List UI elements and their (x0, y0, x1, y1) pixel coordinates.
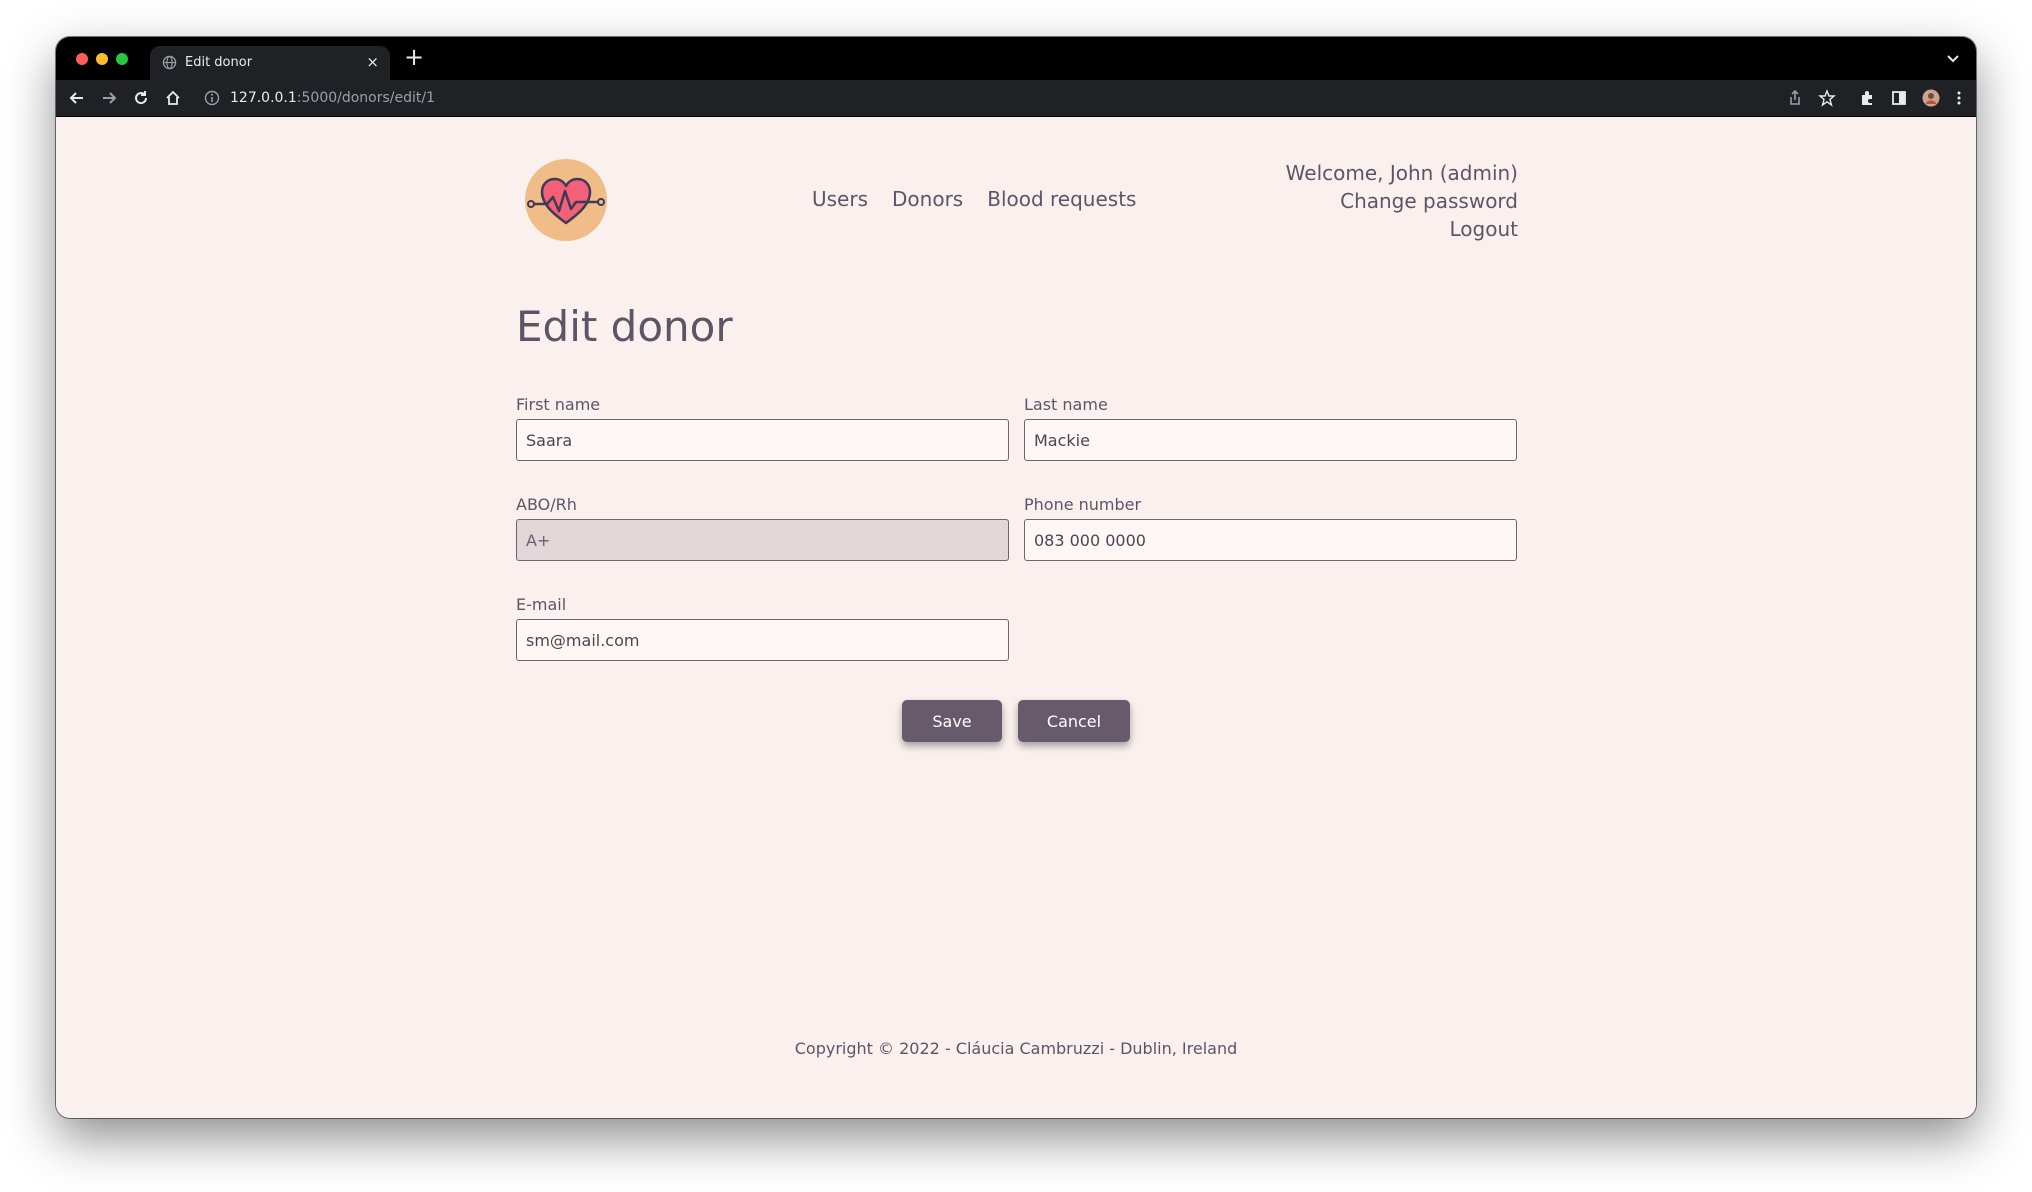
share-icon[interactable] (1786, 89, 1804, 107)
chevron-down-icon[interactable] (1944, 49, 1962, 67)
cancel-button[interactable]: Cancel (1018, 700, 1130, 742)
last-name-label: Last name (1024, 395, 1108, 414)
page-title: Edit donor (516, 302, 733, 351)
browser-window: Edit donor × + 127.0.0.1:5000/donors/edi… (56, 37, 1976, 1118)
browser-tab[interactable]: Edit donor × (150, 46, 390, 80)
first-name-field: First name (516, 395, 1009, 461)
welcome-link[interactable]: Welcome, John (admin) (1286, 159, 1518, 187)
close-window-button[interactable] (76, 53, 88, 65)
side-panel-icon[interactable] (1890, 89, 1908, 107)
heartbeat-logo-icon[interactable] (525, 159, 607, 241)
abo-rh-field: ABO/Rh (516, 495, 1009, 561)
maximize-window-button[interactable] (116, 53, 128, 65)
email-field: E-mail (516, 595, 1009, 661)
back-arrow-icon[interactable] (68, 89, 86, 107)
main-nav: Users Donors Blood requests (812, 187, 1136, 211)
url-host: 127.0.0.1 (230, 90, 297, 106)
minimize-window-button[interactable] (96, 53, 108, 65)
save-button[interactable]: Save (902, 700, 1002, 742)
abo-rh-label: ABO/Rh (516, 495, 577, 514)
home-icon[interactable] (164, 89, 182, 107)
user-menu: Welcome, John (admin) Change password Lo… (1286, 159, 1518, 243)
tab-strip: Edit donor × + (56, 37, 1976, 80)
phone-number-field: Phone number (1024, 495, 1517, 561)
tab-close-icon[interactable]: × (366, 53, 379, 71)
address-bar[interactable]: 127.0.0.1:5000/donors/edit/1 (196, 83, 1962, 113)
nav-blood-requests-link[interactable]: Blood requests (987, 187, 1136, 211)
email-label: E-mail (516, 595, 567, 614)
forward-arrow-icon[interactable] (100, 89, 118, 107)
page-content: Users Donors Blood requests Welcome, Joh… (56, 117, 1976, 1118)
browser-toolbar: 127.0.0.1:5000/donors/edit/1 (56, 80, 1976, 117)
new-tab-button[interactable]: + (404, 45, 424, 69)
reload-icon[interactable] (132, 89, 150, 107)
url-text: 127.0.0.1:5000/donors/edit/1 (230, 90, 435, 106)
phone-number-label: Phone number (1024, 495, 1142, 514)
change-password-link[interactable]: Change password (1286, 187, 1518, 215)
logout-link[interactable]: Logout (1286, 215, 1518, 243)
tab-title: Edit donor (185, 55, 253, 70)
url-path: :5000/donors/edit/1 (296, 90, 436, 106)
more-menu-icon[interactable] (1950, 89, 1968, 107)
last-name-input[interactable] (1024, 419, 1517, 461)
nav-users-link[interactable]: Users (812, 187, 868, 211)
nav-donors-link[interactable]: Donors (892, 187, 963, 211)
globe-icon (162, 55, 177, 70)
profile-avatar-icon[interactable] (1922, 89, 1940, 107)
extensions-icon[interactable] (1858, 89, 1876, 107)
abo-rh-input (516, 519, 1009, 561)
first-name-label: First name (516, 395, 601, 414)
footer-copyright: Copyright © 2022 - Cláucia Cambruzzi - D… (794, 1039, 1238, 1058)
last-name-field: Last name (1024, 395, 1517, 461)
email-input[interactable] (516, 619, 1009, 661)
phone-number-input[interactable] (1024, 519, 1517, 561)
first-name-input[interactable] (516, 419, 1009, 461)
bookmark-star-icon[interactable] (1818, 89, 1836, 107)
info-icon[interactable] (204, 90, 220, 106)
